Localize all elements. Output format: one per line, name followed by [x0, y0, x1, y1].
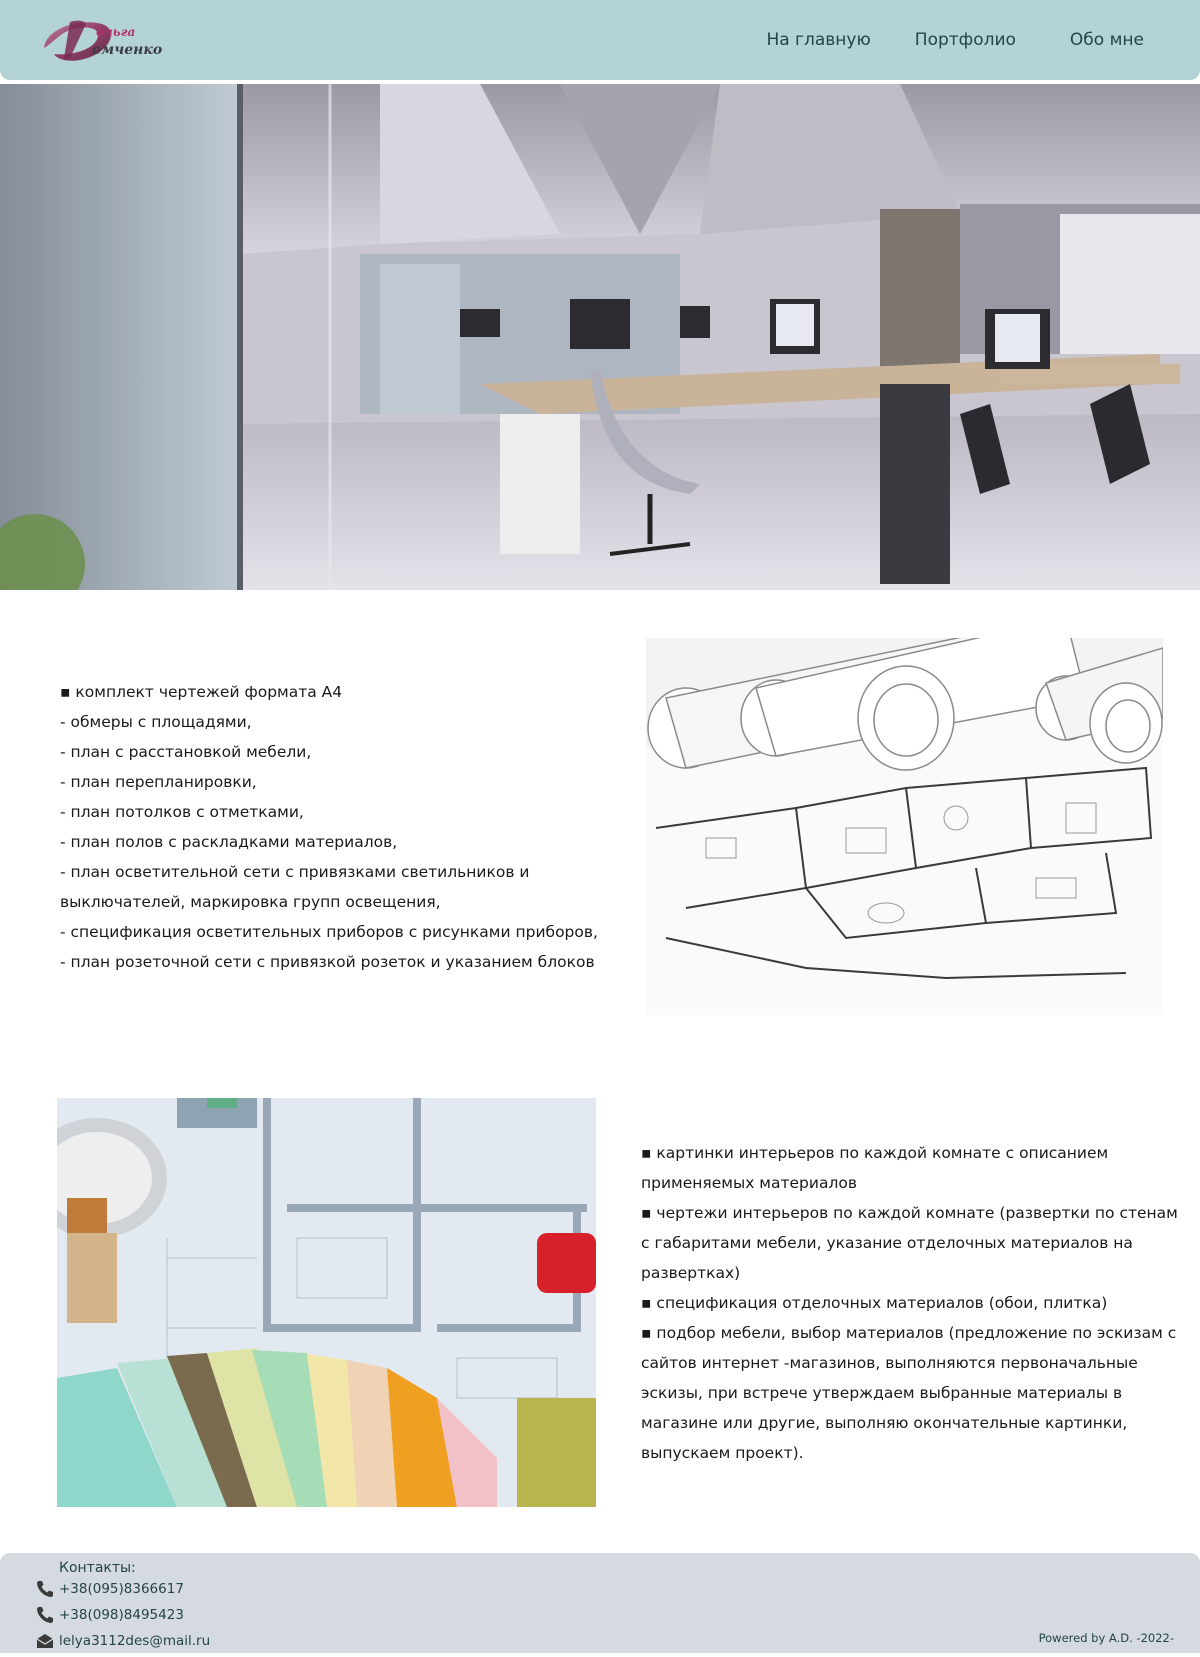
list-item: с габаритами мебели, указание отделочных… — [641, 1234, 1133, 1252]
list-item: применяемых материалов — [641, 1174, 857, 1192]
powered-by: Powered by A.D. -2022- — [1038, 1631, 1174, 1645]
phone-contact-1: +38(095)8366617 — [35, 1579, 184, 1599]
list-item: сайтов интернет -магазинов, выполняются … — [641, 1354, 1138, 1372]
list-item: развертках) — [641, 1264, 741, 1282]
nav-about[interactable]: Обо мне — [1070, 28, 1144, 52]
list-item: ▪ комплект чертежей формата А4 — [60, 683, 343, 701]
color-palette-plan-image — [57, 1098, 596, 1507]
drawings-package-list: ▪ комплект чертежей формата А4 - обмеры … — [60, 677, 620, 977]
list-item: ▪ картинки интерьеров по каждой комнате … — [641, 1144, 1109, 1162]
svg-text:ольга: ольга — [96, 25, 135, 39]
design-services-list: ▪ картинки интерьеров по каждой комнате … — [641, 1138, 1178, 1468]
list-item: - план с расстановкой мебели, — [60, 743, 312, 761]
phone-contact-2: +38(098)8495423 — [35, 1605, 184, 1625]
list-item: - обмеры с площадями, — [60, 713, 252, 731]
list-item: - план осветительной сети с привязками с… — [60, 863, 530, 881]
envelope-icon — [35, 1631, 55, 1651]
list-item: ▪ подбор мебели, выбор материалов (предл… — [641, 1324, 1177, 1342]
email-link[interactable]: lelya3112des@mail.ru — [59, 1631, 210, 1651]
phone-icon — [35, 1605, 55, 1625]
site-footer: Контакты: +38(095)8366617 +38(098)849542… — [0, 1553, 1200, 1653]
email-contact: lelya3112des@mail.ru — [35, 1631, 210, 1651]
list-item: выпускаем проект). — [641, 1444, 804, 1462]
list-item: ▪ чертежи интерьеров по каждой комнате (… — [641, 1204, 1178, 1222]
list-item: - план перепланировки, — [60, 773, 257, 791]
main-nav: На главную Портфолио Обо мне — [722, 28, 1144, 52]
phone-icon — [35, 1579, 55, 1599]
list-item: - спецификация осветительных приборов с … — [60, 923, 598, 941]
list-item: магазине или другие, выполняю окончатель… — [641, 1414, 1128, 1432]
logo[interactable]: ольга емченко — [40, 14, 180, 66]
list-item: - план потолков с отметками, — [60, 803, 304, 821]
contacts-title: Контакты: — [59, 1560, 136, 1576]
phone-link-2[interactable]: +38(098)8495423 — [59, 1605, 184, 1625]
list-item: - план полов с раскладками материалов, — [60, 833, 398, 851]
blueprint-rolls-image — [646, 638, 1163, 1015]
nav-home[interactable]: На главную — [766, 28, 870, 52]
list-item: выключателей, маркировка групп освещения… — [60, 893, 441, 911]
list-item: - план розеточной сети с привязкой розет… — [60, 953, 595, 971]
site-header: ольга емченко На главную Портфолио Обо м… — [0, 0, 1200, 80]
nav-portfolio[interactable]: Портфолио — [915, 28, 1016, 52]
svg-text:емченко: емченко — [92, 42, 162, 58]
hero-office-image — [0, 84, 1200, 590]
phone-link-1[interactable]: +38(095)8366617 — [59, 1579, 184, 1599]
list-item: эскизы, при встрече утверждаем выбранные… — [641, 1384, 1123, 1402]
list-item: ▪ спецификация отделочных материалов (об… — [641, 1294, 1108, 1312]
logo-mark: ольга емченко — [44, 20, 162, 61]
